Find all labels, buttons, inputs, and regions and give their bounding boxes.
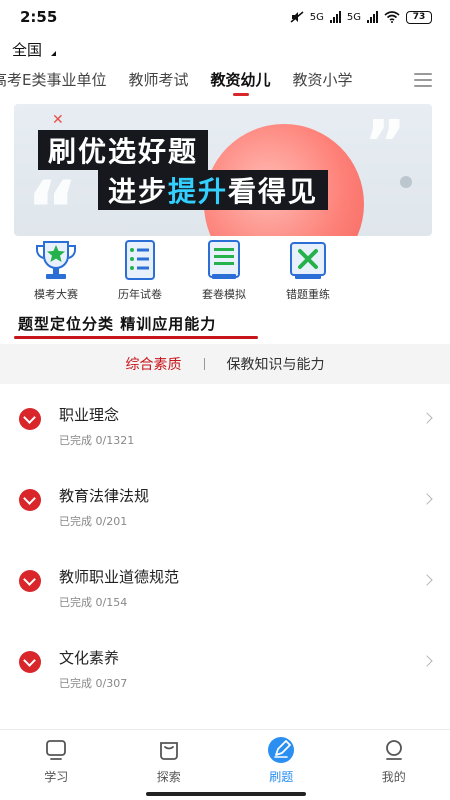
tab-category[interactable]: 教师考试 xyxy=(128,69,188,96)
feature-label: 套卷模拟 xyxy=(202,288,246,301)
region-label: 全国 xyxy=(12,40,43,59)
quote-mark-icon: ” xyxy=(363,108,406,182)
list-item[interactable]: 教育法律法规 已完成 0/201 xyxy=(0,465,450,546)
dot-decoration xyxy=(400,176,412,188)
nav-label: 我的 xyxy=(381,770,406,784)
promo-banner[interactable]: ” “ ✕ 刷优选好题 进步 提升 看得见 xyxy=(14,104,432,236)
feature-label: 模考大赛 xyxy=(34,288,78,301)
chevron-right-icon xyxy=(421,574,433,586)
expand-icon[interactable] xyxy=(19,489,41,511)
section-underline xyxy=(14,336,258,339)
chevron-right-icon xyxy=(421,493,433,505)
dropdown-triangle-icon xyxy=(46,50,57,56)
expand-icon[interactable] xyxy=(19,408,41,430)
signal-icon xyxy=(329,11,341,23)
cross-decoration-icon: ✕ xyxy=(52,112,64,128)
feature-wrong-questions[interactable]: 错题重练 xyxy=(266,238,350,304)
tab-category[interactable]: 高考E类事业单位 xyxy=(0,69,106,96)
feature-label: 历年试卷 xyxy=(118,288,162,301)
status-icons: 5G 5G 73 xyxy=(290,10,432,24)
banner-subline-a: 进步 xyxy=(108,175,169,208)
nav-profile[interactable]: 我的 xyxy=(338,730,450,800)
feature-label: 错题重练 xyxy=(286,288,330,301)
banner-subline: 进步 提升 看得见 xyxy=(98,170,329,210)
feature-mock-paper[interactable]: 套卷模拟 xyxy=(182,238,266,304)
topic-progress: 已完成 0/1321 xyxy=(59,434,135,447)
expand-icon[interactable] xyxy=(19,651,41,673)
quote-mark-icon: “ xyxy=(26,164,79,236)
nav-study[interactable]: 学习 xyxy=(0,730,113,800)
battery-level: 73 xyxy=(412,12,426,22)
topic-title: 职业理念 xyxy=(59,406,120,424)
banner-subline-c: 看得见 xyxy=(228,175,319,208)
feature-shortcuts: 模考大赛 历年试卷 套卷模拟 错题重练 xyxy=(14,238,434,304)
tab-category-active[interactable]: 教资幼儿 xyxy=(211,69,271,96)
nav-label: 学习 xyxy=(44,770,69,784)
signal-icon xyxy=(367,11,378,23)
list-item[interactable]: 职业理念 已完成 0/1321 xyxy=(0,384,450,465)
mock-paper-icon xyxy=(208,240,240,279)
trophy-icon xyxy=(36,241,76,279)
banner-headline: 刷优选好题 xyxy=(38,130,209,170)
menu-icon[interactable] xyxy=(414,73,432,87)
topic-title: 文化素养 xyxy=(59,649,120,667)
explore-icon xyxy=(159,742,178,760)
tab-subject-active[interactable]: 综合素质 xyxy=(126,354,182,374)
chevron-right-icon xyxy=(421,412,433,424)
nav-label: 探索 xyxy=(156,770,181,784)
nav-practice[interactable]: 刷题 xyxy=(225,730,338,800)
battery-icon: 73 xyxy=(406,10,432,24)
tab-category[interactable]: 教资小学 xyxy=(293,69,353,96)
status-bar: 2:55 5G 5G 73 xyxy=(0,0,450,34)
expand-icon[interactable] xyxy=(19,570,41,592)
topic-progress: 已完成 0/307 xyxy=(59,677,128,690)
feature-past-papers[interactable]: 历年试卷 xyxy=(98,238,182,304)
past-papers-icon xyxy=(125,240,155,280)
nav-label: 刷题 xyxy=(269,770,294,784)
region-selector[interactable]: 全国 xyxy=(12,38,57,60)
topic-title: 教育法律法规 xyxy=(59,487,150,505)
feature-mock-contest[interactable]: 模考大赛 xyxy=(14,238,98,304)
network-label-2: 5G xyxy=(346,11,361,23)
nav-explore[interactable]: 探索 xyxy=(113,730,226,800)
profile-icon xyxy=(385,740,402,760)
banner-subline-highlight: 提升 xyxy=(168,175,229,208)
tab-divider xyxy=(203,358,205,370)
list-item[interactable]: 教师职业道德规范 已完成 0/154 xyxy=(0,546,450,627)
topic-list: 职业理念 已完成 0/1321 教育法律法规 已完成 0/201 教师职业道德规… xyxy=(0,384,450,708)
bottom-nav: 学习 探索 刷题 我的 xyxy=(0,729,450,800)
wrong-questions-icon xyxy=(290,242,326,279)
practice-icon xyxy=(268,737,295,763)
wifi-icon xyxy=(384,11,400,23)
chevron-right-icon xyxy=(421,655,433,667)
tab-subject[interactable]: 保教知识与能力 xyxy=(227,354,325,374)
list-item[interactable]: 文化素养 已完成 0/307 xyxy=(0,627,450,708)
status-time: 2:55 xyxy=(20,8,58,26)
subject-tabs: 综合素质 保教知识与能力 xyxy=(0,344,450,384)
home-indicator[interactable] xyxy=(146,792,306,796)
topic-progress: 已完成 0/201 xyxy=(59,515,128,528)
mute-icon xyxy=(290,11,304,23)
section-title: 题型定位分类 精训应用能力 xyxy=(18,315,217,333)
network-label-1: 5G xyxy=(309,11,324,23)
topic-progress: 已完成 0/154 xyxy=(59,596,128,609)
study-icon xyxy=(46,740,67,760)
topic-title: 教师职业道德规范 xyxy=(59,568,180,586)
category-tabs: 高考E类事业单位 教师考试 教资幼儿 教资小学 xyxy=(0,64,450,100)
